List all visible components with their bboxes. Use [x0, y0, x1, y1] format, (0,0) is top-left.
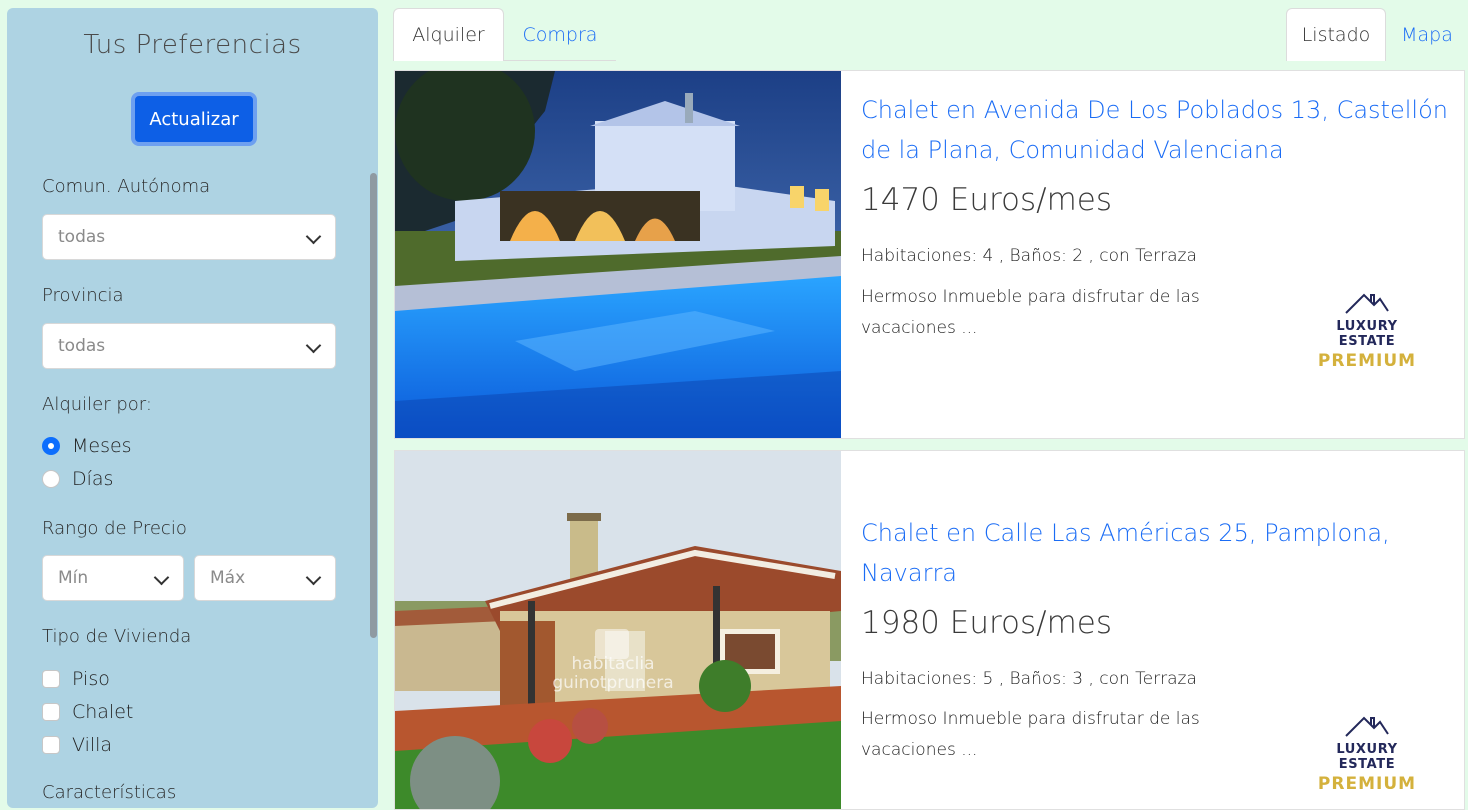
sidebar-title: Tus Preferencias [83, 30, 302, 60]
listing-description: Hermoso Inmueble para disfrutar de las v… [861, 287, 1200, 338]
features-label: Características [42, 782, 177, 803]
rent-option-label: Días [72, 468, 114, 490]
update-button[interactable]: Actualizar [131, 92, 257, 146]
listing-photo[interactable] [395, 71, 841, 438]
chevron-down-icon [153, 569, 170, 586]
chevron-down-icon [305, 569, 322, 586]
region-label: Comun. Autónoma [42, 176, 211, 197]
tab-compra[interactable]: Compra [504, 8, 616, 61]
watermark-line1: habitaclia [572, 654, 655, 674]
listing-description: Hermoso Inmueble para disfrutar de las v… [861, 709, 1200, 760]
chalet-pool-photo [395, 71, 841, 438]
luxury-estate-logo: LUXURY ESTATE PREMIUM [1306, 714, 1428, 794]
rent-option-days[interactable]: Días [42, 468, 113, 490]
rent-by-label: Alquiler por: [42, 394, 152, 415]
price-max-value: Máx [210, 568, 246, 588]
scrollbar-thumb[interactable] [370, 173, 377, 638]
checkbox[interactable] [42, 736, 60, 754]
listing-price: 1470 Euros/mes [861, 182, 1113, 218]
checkbox[interactable] [42, 703, 60, 721]
logo-text-line2: PREMIUM [1317, 351, 1417, 371]
logo-text-line2: PREMIUM [1317, 774, 1417, 794]
logo-text-line1: LUXURY ESTATE [1336, 319, 1398, 349]
house-roof-icon [1345, 716, 1389, 737]
type-option-label: Villa [72, 734, 113, 756]
price-min-value: Mín [58, 568, 89, 588]
rent-option-months[interactable]: Meses [42, 435, 132, 457]
radio-selected[interactable] [42, 437, 60, 455]
region-select[interactable]: todas [42, 214, 336, 260]
tab-alquiler[interactable]: Alquiler [393, 8, 504, 61]
preferences-sidebar: Tus Preferencias Actualizar Comun. Autón… [7, 8, 378, 808]
watermark-line2: guinotprunera [552, 673, 673, 693]
chevron-down-icon [305, 337, 322, 354]
radio-unselected[interactable] [42, 470, 60, 488]
chalet-garden-photo: habitaclia guinotprunera [395, 451, 841, 809]
chevron-down-icon [305, 228, 322, 245]
province-select-value: todas [58, 336, 106, 356]
type-option-label: Chalet [72, 701, 134, 723]
listing-features: Habitaciones: 4 , Baños: 2 , con Terraza [861, 246, 1197, 266]
listing-card[interactable]: habitaclia guinotprunera Chalet en Calle… [394, 450, 1465, 810]
listing-title-link[interactable]: Chalet en Calle Las Américas 25, Pamplon… [861, 513, 1451, 593]
price-max-select[interactable]: Máx [194, 555, 336, 601]
logo-text-line1: LUXURY ESTATE [1336, 742, 1398, 772]
house-roof-icon [1345, 293, 1389, 314]
listing-features: Habitaciones: 5 , Baños: 3 , con Terraza [861, 669, 1197, 689]
price-min-select[interactable]: Mín [42, 555, 184, 601]
housing-type-label: Tipo de Vivienda [42, 626, 192, 647]
type-option-piso[interactable]: Piso [42, 668, 110, 690]
luxury-estate-logo: LUXURY ESTATE PREMIUM [1306, 291, 1428, 371]
rent-option-label: Meses [72, 435, 132, 457]
region-select-value: todas [58, 227, 106, 247]
checkbox[interactable] [42, 670, 60, 688]
tab-listado[interactable]: Listado [1286, 8, 1386, 61]
listing-photo[interactable]: habitaclia guinotprunera [395, 451, 841, 809]
type-option-label: Piso [72, 668, 110, 690]
sidebar-scrollbar[interactable] [368, 8, 378, 808]
type-option-chalet[interactable]: Chalet [42, 701, 133, 723]
listing-card[interactable]: Chalet en Avenida De Los Poblados 13, Ca… [394, 70, 1465, 439]
listing-price: 1980 Euros/mes [861, 605, 1113, 641]
tab-mapa[interactable]: Mapa [1386, 8, 1468, 61]
price-range-label: Rango de Precio [42, 518, 187, 539]
province-select[interactable]: todas [42, 323, 336, 369]
listing-title-link[interactable]: Chalet en Avenida De Los Poblados 13, Ca… [861, 90, 1451, 170]
province-label: Provincia [42, 285, 124, 306]
type-option-villa[interactable]: Villa [42, 734, 112, 756]
tab-underline [504, 60, 616, 61]
